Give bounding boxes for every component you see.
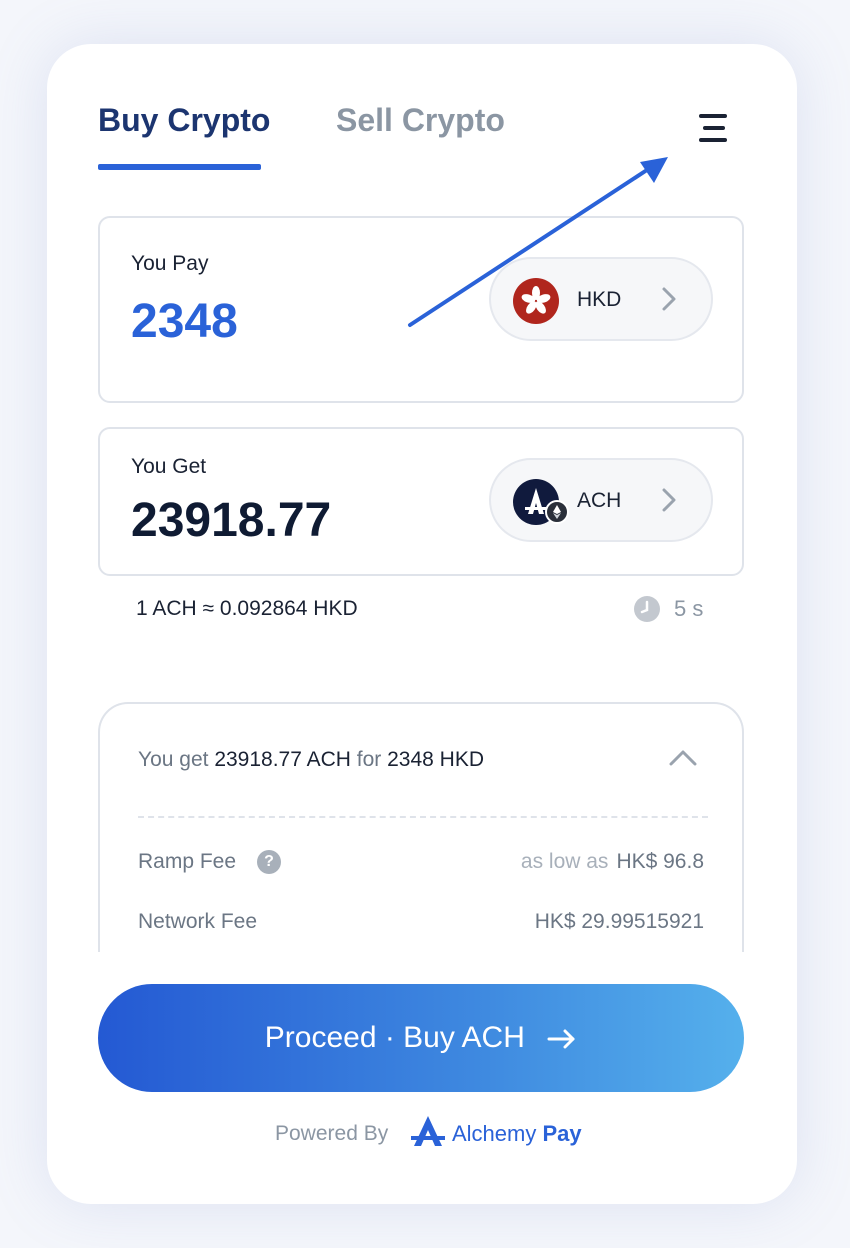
chevron-right-icon — [662, 287, 676, 311]
arrow-right-icon — [547, 1029, 575, 1049]
tab-buy-crypto[interactable]: Buy Crypto — [98, 102, 270, 139]
you-pay-box: You Pay 2348 HKD — [98, 216, 744, 403]
question-mark-icon[interactable]: ? — [257, 850, 281, 874]
you-pay-label: You Pay — [131, 252, 209, 275]
hong-kong-flag-icon — [513, 278, 559, 324]
active-tab-indicator — [98, 164, 261, 170]
powered-by-label: Powered By — [275, 1122, 389, 1145]
pay-currency-code: HKD — [577, 288, 622, 311]
proceed-buy-button[interactable]: Proceed · Buy ACH — [98, 984, 744, 1092]
chevron-up-icon[interactable] — [668, 748, 698, 768]
ramp-fee-value: as low as HK$ 96.8 — [520, 850, 704, 873]
widget-card: Buy Crypto Sell Crypto You Pay 2348 HKD … — [47, 44, 797, 1204]
alchemy-pay-brand: Alchemy Pay — [452, 1121, 582, 1146]
you-pay-amount-input[interactable]: 2348 — [131, 294, 238, 349]
network-fee-label: Network Fee — [138, 910, 258, 933]
pay-currency-selector[interactable]: HKD — [489, 257, 713, 341]
tab-sell-crypto[interactable]: Sell Crypto — [336, 102, 505, 139]
clock-icon — [634, 596, 660, 622]
network-fee-value: HK$ 29.99515921 — [534, 910, 704, 933]
chevron-right-icon — [662, 488, 676, 512]
get-currency-selector[interactable]: ACH — [489, 458, 713, 542]
fee-details-panel: You get 23918.77 ACH for 2348 HKD Ramp F… — [98, 702, 744, 952]
ethereum-network-icon — [545, 500, 569, 524]
get-currency-code: ACH — [577, 489, 622, 512]
alchemy-pay-logo-icon — [411, 1116, 445, 1146]
you-get-amount: 23918.77 — [131, 494, 332, 547]
divider — [138, 816, 708, 818]
you-get-box: You Get 23918.77 ACH — [98, 427, 744, 576]
order-summary: You get 23918.77 ACH for 2348 HKD — [138, 748, 485, 771]
menu-icon[interactable] — [693, 110, 737, 146]
rate-refresh-timer: 5 s — [674, 596, 704, 621]
ramp-fee-label: Ramp Fee — [138, 850, 237, 873]
proceed-button-label: Proceed · Buy ACH — [264, 1021, 525, 1054]
exchange-rate: 1 ACH ≈ 0.092864 HKD — [136, 597, 358, 620]
you-get-label: You Get — [131, 455, 207, 478]
